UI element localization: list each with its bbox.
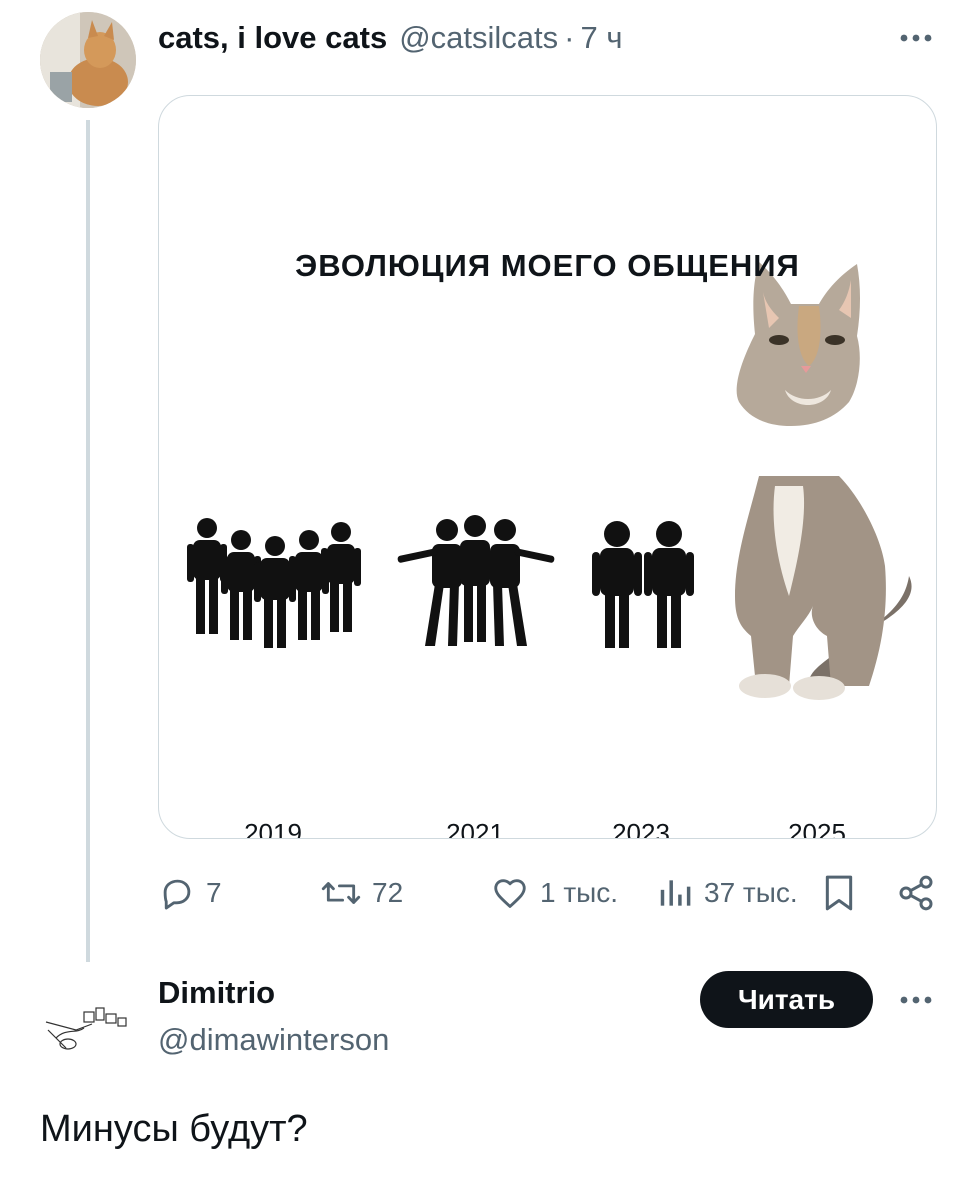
post-action-bar: 7 72 1 тыс. 37 тыс. (158, 868, 937, 918)
repost-button[interactable]: 72 (320, 868, 403, 918)
share-icon (899, 875, 933, 911)
author-display-name[interactable]: cats, i love cats (158, 20, 387, 56)
header-separator: · (564, 20, 575, 55)
reply-author-avatar[interactable] (36, 978, 136, 1078)
media-title-text: ЭВОЛЮЦИЯ МОЕГО ОБЩЕНИЯ (295, 248, 800, 283)
author-avatar[interactable] (40, 12, 136, 108)
year-label: 2025 (788, 818, 846, 839)
year-label: 2019 (244, 818, 302, 839)
reply-button[interactable]: 7 (158, 868, 222, 918)
cat-avatar-image (40, 12, 136, 108)
cat-illustration-2025 (735, 262, 912, 700)
views-count: 37 тыс. (704, 877, 798, 908)
people-group-2023 (592, 521, 694, 648)
sketch-avatar-image (36, 978, 136, 1078)
year-label: 2021 (446, 818, 504, 839)
post-timestamp[interactable]: 7 ч (580, 20, 622, 56)
reply-more-button[interactable] (896, 990, 936, 1010)
repost-count: 72 (372, 877, 404, 908)
reply-text: Минусы будут? (40, 1108, 308, 1150)
like-count: 1 тыс. (540, 877, 619, 908)
bookmark-button[interactable] (822, 868, 856, 918)
follow-button[interactable]: Читать (700, 971, 873, 1028)
views-button[interactable]: 37 тыс. (656, 868, 798, 918)
thread-connector-line (86, 120, 90, 962)
reply-icon (163, 879, 191, 910)
evolution-illustration (187, 262, 912, 700)
reply-author-handle[interactable]: @dimawinterson (158, 1022, 389, 1058)
people-group-2021 (397, 515, 555, 646)
bookmark-icon (825, 875, 853, 911)
like-button[interactable]: 1 тыс. (490, 868, 618, 918)
repost-icon (321, 882, 361, 904)
more-icon (900, 34, 932, 42)
post-header: cats, i love cats @catsilcats · 7 ч (158, 16, 622, 60)
reply-count: 7 (206, 877, 222, 908)
more-icon (900, 996, 932, 1004)
author-handle[interactable]: @catsilcats (399, 20, 558, 56)
post-media-image[interactable]: ЭВОЛЮЦИЯ МОЕГО ОБЩЕНИЯ 2019 2021 2023 20… (158, 95, 937, 839)
like-icon (494, 879, 526, 908)
people-group-2019 (187, 518, 361, 648)
share-button[interactable] (896, 868, 936, 918)
reply-author-display-name[interactable]: Dimitrio (158, 975, 275, 1011)
views-icon (660, 880, 691, 906)
year-label: 2023 (612, 818, 670, 839)
post-more-button[interactable] (896, 28, 936, 48)
